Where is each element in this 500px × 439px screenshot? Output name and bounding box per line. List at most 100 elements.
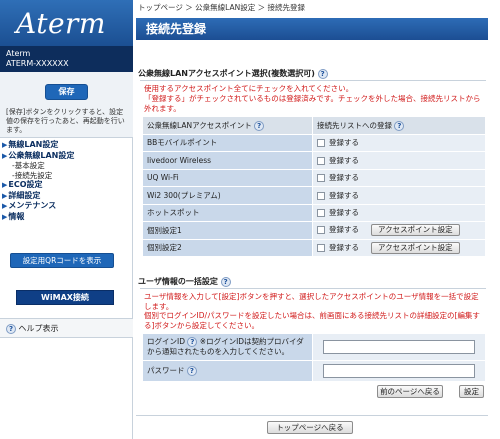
section-user-info-heading: ユーザ情報の一括設定 ?	[138, 276, 231, 287]
register-checkbox[interactable]	[317, 139, 325, 148]
login-id-field-cell	[312, 333, 486, 361]
help-label: ヘルプ表示	[18, 324, 59, 333]
wimax-connect-button[interactable]: WiMAX接続	[16, 290, 114, 305]
back-to-top-button[interactable]: トップページへ戻る	[267, 421, 353, 434]
register-label: 登録する	[329, 225, 359, 235]
register-checkbox[interactable]	[317, 209, 325, 218]
column-header-label: 公衆無線LANアクセスポイント	[147, 120, 252, 130]
nav-item-eco[interactable]: ▶ECO設定	[0, 180, 133, 191]
ap-name: livedoor Wireless	[142, 151, 313, 170]
sidebar-nav: ▶無線LAN設定 ▶公衆無線LAN設定 -基本設定 -接続先設定 ▶ECO設定 …	[0, 140, 133, 222]
main-content: トップページ ＞ 公衆無線LAN設定 ＞ 接続先登録 接続先登録 公衆無線LAN…	[134, 0, 500, 439]
register-cell: 登録する	[312, 151, 486, 170]
login-id-row: ログインID ? ※ログインIDは契約プロバイダから通知されたものを入力してくだ…	[142, 333, 486, 361]
save-area: 保存 [保存]ボタンをクリックすると、設定値の保存を行ったあと、再起動を行います…	[0, 72, 133, 138]
bulk-setting-note: ユーザ情報を入力して[設定]ボタンを押すと、選択したアクセスポイントのユーザ情報…	[144, 292, 479, 311]
login-id-label: ログインID	[147, 337, 185, 346]
register-label: 登録する	[329, 208, 359, 218]
table-row: livedoor Wireless 登録する	[142, 151, 486, 170]
model-id: ATERM-XXXXXX	[6, 59, 69, 68]
ap-name: ホットスポット	[142, 203, 313, 222]
nav-label: 公衆無線LAN設定	[8, 150, 75, 160]
breadcrumb[interactable]: トップページ ＞ 公衆無線LAN設定 ＞ 接続先登録	[138, 2, 305, 13]
table-row: 個別設定2 登録する アクセスポイント設定	[142, 238, 486, 257]
nav-label: 無線LAN設定	[8, 140, 59, 149]
help-toggle[interactable]: ? ヘルプ表示	[0, 318, 133, 338]
nav-item-public-wireless-lan[interactable]: ▶公衆無線LAN設定	[0, 151, 133, 162]
ap-name: UQ Wi-Fi	[142, 168, 313, 187]
section-heading-text: 公衆無線LANアクセスポイント選択(複数選択可)	[138, 69, 315, 78]
register-cell: 登録する	[312, 203, 486, 222]
nav-item-wireless-lan[interactable]: ▶無線LAN設定	[0, 140, 133, 151]
ap-settings-button[interactable]: アクセスポイント設定	[371, 241, 460, 254]
ap-name: 個別設定1	[142, 221, 313, 240]
nav-sub-basic-settings[interactable]: -基本設定	[0, 161, 133, 171]
arrow-icon: ▶	[2, 181, 8, 189]
password-input[interactable]	[323, 363, 475, 378]
password-label-cell: パスワード ?	[142, 359, 313, 382]
register-checkbox[interactable]	[317, 191, 325, 200]
register-label: 登録する	[329, 138, 359, 148]
help-icon[interactable]: ?	[220, 276, 231, 287]
register-checkbox[interactable]	[317, 243, 325, 252]
show-qr-code-button[interactable]: 設定用QRコードを表示	[10, 253, 114, 268]
table-row: UQ Wi-Fi 登録する	[142, 168, 486, 187]
help-icon[interactable]: ?	[254, 120, 265, 131]
access-point-table: 公衆無線LANアクセスポイント ? 接続先リストへの登録 ? BBモバイルポイン…	[142, 116, 486, 257]
register-label: 登録する	[329, 242, 359, 252]
nav-label: メンテナンス	[8, 201, 57, 210]
register-checkbox[interactable]	[317, 226, 325, 235]
password-field-cell	[312, 359, 486, 382]
divider	[140, 80, 486, 81]
model-name: Aterm	[6, 49, 31, 58]
register-label: 登録する	[329, 155, 359, 165]
nav-item-advanced[interactable]: ▶詳細設定	[0, 191, 133, 202]
nav-label: 情報	[8, 211, 25, 221]
section-heading-text: ユーザ情報の一括設定	[138, 277, 218, 286]
user-info-table: ログインID ? ※ログインIDは契約プロバイダから通知されたものを入力してくだ…	[142, 333, 486, 382]
help-icon[interactable]: ?	[317, 68, 328, 79]
nav-label: ECO設定	[8, 180, 43, 189]
register-checkbox[interactable]	[317, 156, 325, 165]
register-cell: 登録する アクセスポイント設定	[312, 238, 486, 257]
wimax-button-label: WiMAX接続	[41, 293, 89, 302]
ap-name: 個別設定2	[142, 238, 313, 257]
arrow-icon: ▶	[2, 151, 8, 160]
register-cell: 登録する	[312, 168, 486, 187]
register-checkbox[interactable]	[317, 174, 325, 183]
sidebar: Aterm Aterm ATERM-XXXXXX 保存 [保存]ボタンをクリック…	[0, 0, 133, 439]
nav-item-info[interactable]: ▶情報	[0, 212, 133, 223]
instruction-note: 使用するアクセスポイント全てにチェックを入れてください。	[144, 84, 354, 93]
help-icon[interactable]: ?	[187, 337, 198, 347]
register-cell: 登録する	[312, 133, 486, 152]
register-cell: 登録する	[312, 186, 486, 205]
password-label: パスワード	[147, 365, 185, 375]
nav-item-maintenance[interactable]: ▶メンテナンス	[0, 201, 133, 212]
help-icon[interactable]: ?	[186, 365, 197, 376]
help-icon[interactable]: ?	[394, 120, 405, 131]
back-button[interactable]: 前のページへ戻る	[377, 385, 443, 398]
set-button[interactable]: 設定	[459, 385, 484, 398]
login-id-label-cell: ログインID ? ※ログインIDは契約プロバイダから通知されたものを入力してくだ…	[142, 333, 313, 361]
register-label: 登録する	[329, 190, 359, 200]
section-ap-selection-heading: 公衆無線LANアクセスポイント選択(複数選択可) ?	[138, 68, 328, 79]
ap-name: Wi2 300(プレミアム)	[142, 186, 313, 205]
table-row: ホットスポット 登録する	[142, 203, 486, 222]
nav-sub-label: 接続先設定	[14, 170, 53, 180]
ap-name: BBモバイルポイント	[142, 133, 313, 152]
nav-sub-label: 基本設定	[14, 161, 45, 170]
table-row: Wi2 300(プレミアム) 登録する	[142, 186, 486, 205]
nav-sub-destination-settings[interactable]: -接続先設定	[0, 171, 133, 181]
logo-text: Aterm	[16, 7, 106, 40]
password-row: パスワード ?	[142, 359, 486, 382]
divider	[140, 288, 486, 289]
save-note: [保存]ボタンをクリックすると、設定値の保存を行ったあと、再起動を行います。	[6, 108, 125, 134]
ap-settings-button[interactable]: アクセスポイント設定	[371, 224, 460, 237]
column-header-label: 接続先リストへの登録	[317, 120, 392, 130]
register-cell: 登録する アクセスポイント設定	[312, 221, 486, 240]
arrow-icon: ▶	[2, 141, 8, 149]
save-button[interactable]: 保存	[45, 84, 88, 100]
individual-setting-note: 個別でログインID/パスワードを設定したい場合は、前画面にある接続先リストの詳細…	[144, 311, 480, 330]
column-header-register: 接続先リストへの登録 ?	[312, 116, 486, 135]
login-id-input[interactable]	[323, 339, 475, 354]
